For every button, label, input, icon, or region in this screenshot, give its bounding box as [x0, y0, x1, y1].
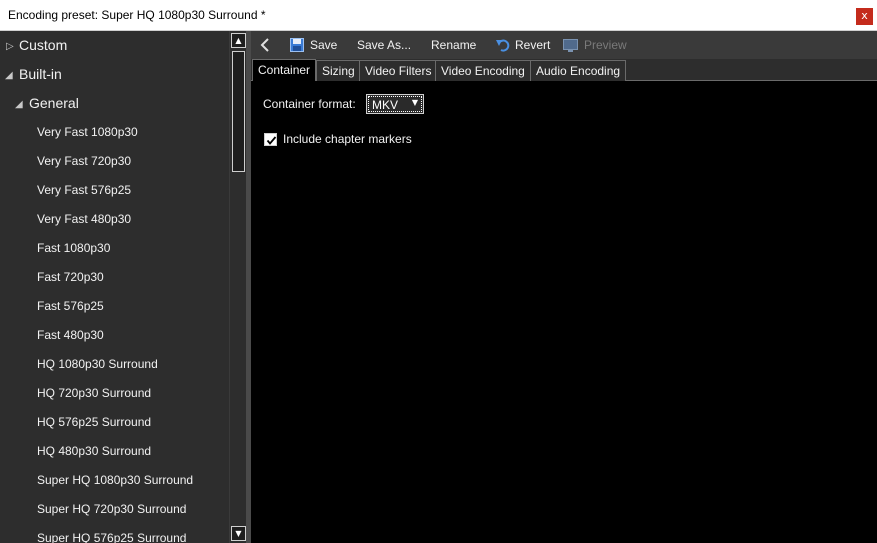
toolbar: Save Save As... Rename Revert Preview — [251, 31, 877, 59]
preset-item[interactable]: Fast 576p25 — [37, 292, 104, 321]
tab-sizing[interactable]: Sizing — [316, 60, 361, 81]
preset-item[interactable]: Very Fast 1080p30 — [37, 118, 138, 147]
chevron-down-icon: ▼ — [411, 98, 418, 107]
collapse-arrow-icon[interactable]: ◢ — [15, 99, 23, 110]
tab-audio-encoding[interactable]: Audio Encoding — [530, 60, 627, 81]
tab-video-filters[interactable]: Video Filters — [359, 60, 438, 81]
tree-node-general[interactable]: General — [29, 89, 79, 118]
container-tab-content: Container format: MKV ▼ Include chapter … — [251, 81, 877, 543]
back-chevron-icon[interactable] — [258, 37, 272, 53]
preset-editor: Save Save As... Rename Revert Preview Co… — [251, 31, 877, 543]
save-as-button[interactable]: Save As... — [357, 31, 411, 59]
container-format-label: Container format: — [263, 97, 356, 111]
rename-button[interactable]: Rename — [431, 31, 476, 59]
expand-arrow-icon[interactable]: ▷ — [6, 41, 14, 52]
revert-button[interactable]: Revert — [515, 31, 550, 59]
collapse-arrow-icon[interactable]: ◢ — [5, 70, 13, 81]
preset-item[interactable]: Very Fast 480p30 — [37, 205, 131, 234]
revert-undo-icon[interactable] — [496, 38, 510, 52]
preset-item[interactable]: Fast 1080p30 — [37, 234, 110, 263]
preview-monitor-icon[interactable] — [563, 39, 578, 52]
preset-item[interactable]: HQ 1080p30 Surround — [37, 350, 158, 379]
preset-tree: ▷ Custom ◢ Built-in ◢ General Very Fast … — [0, 31, 246, 543]
preset-item[interactable]: Super HQ 720p30 Surround — [37, 495, 186, 524]
scroll-down-icon[interactable]: ▼ — [231, 526, 246, 541]
preset-item[interactable]: Super HQ 1080p30 Surround — [37, 466, 193, 495]
tab-video-encoding[interactable]: Video Encoding — [435, 60, 531, 81]
preset-item[interactable]: Very Fast 576p25 — [37, 176, 131, 205]
tree-node-builtin[interactable]: Built-in — [19, 60, 62, 89]
save-disk-icon[interactable] — [290, 38, 304, 52]
save-button[interactable]: Save — [310, 31, 337, 59]
preset-item[interactable]: HQ 576p25 Surround — [37, 408, 151, 437]
scroll-up-icon[interactable]: ▲ — [231, 33, 246, 48]
close-button[interactable]: x — [856, 8, 873, 25]
preset-item[interactable]: Super HQ 576p25 Surround — [37, 524, 186, 543]
tab-container[interactable]: Container — [252, 59, 317, 81]
chapter-markers-checkbox[interactable] — [264, 133, 277, 146]
preset-item[interactable]: HQ 480p30 Surround — [37, 437, 151, 466]
preset-item[interactable]: Fast 480p30 — [37, 321, 104, 350]
window-title: Encoding preset: Super HQ 1080p30 Surrou… — [8, 8, 266, 22]
scroll-thumb[interactable] — [232, 51, 245, 172]
tree-scrollbar[interactable]: ▲ ▼ — [229, 31, 246, 543]
settings-tabs: Container Sizing Video Filters Video Enc… — [251, 59, 877, 81]
preset-item[interactable]: Very Fast 720p30 — [37, 147, 131, 176]
title-bar: Encoding preset: Super HQ 1080p30 Surrou… — [0, 0, 877, 31]
container-format-select[interactable]: MKV ▼ — [366, 94, 424, 114]
checkmark-icon — [266, 136, 277, 145]
chapter-markers-label: Include chapter markers — [283, 132, 412, 146]
container-format-value: MKV — [372, 98, 399, 112]
preset-item[interactable]: HQ 720p30 Surround — [37, 379, 151, 408]
preset-item[interactable]: Fast 720p30 — [37, 263, 104, 292]
tree-node-custom[interactable]: Custom — [19, 31, 67, 60]
preview-button[interactable]: Preview — [584, 31, 627, 59]
